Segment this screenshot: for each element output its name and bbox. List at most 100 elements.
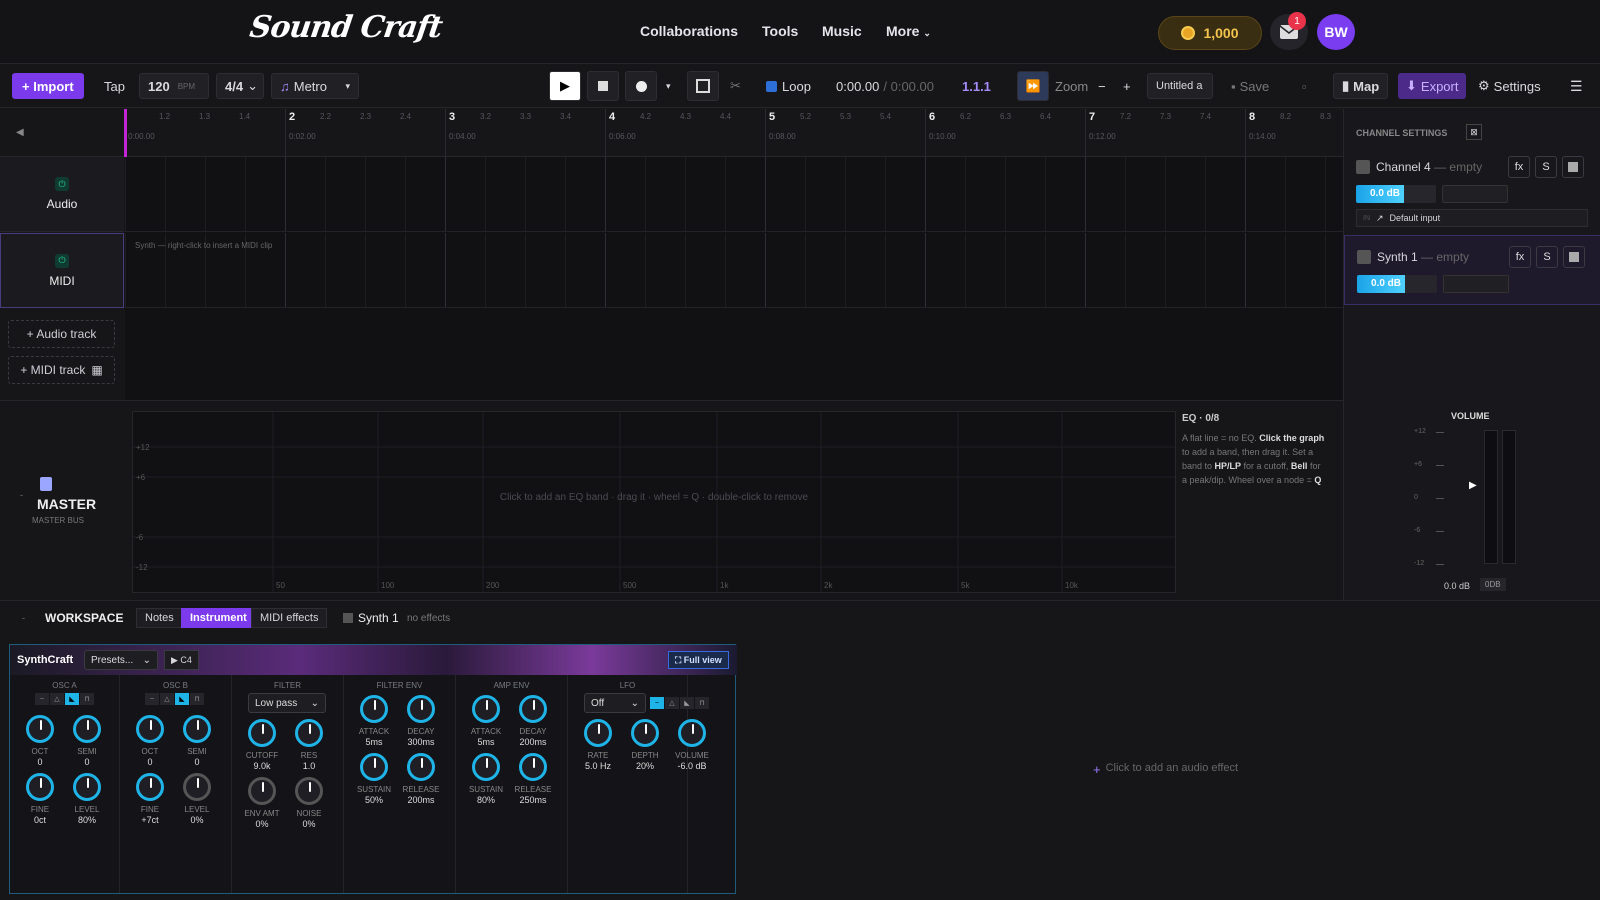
knob-cutoff[interactable] (248, 719, 276, 747)
track-lanes[interactable]: Synth — right-click to insert a MIDI cli… (125, 157, 1343, 400)
knob-volume[interactable] (678, 719, 706, 747)
knob-attack[interactable] (360, 695, 388, 723)
solo-button[interactable]: S (1535, 156, 1557, 178)
square-wave-icon[interactable]: ⊓ (695, 697, 709, 709)
knob-level[interactable] (73, 773, 101, 801)
menu-icon[interactable]: ☰ (1570, 73, 1583, 99)
volume-handle[interactable]: ▶ (1469, 480, 1477, 491)
track-header-midi[interactable]: ⏻ MIDI (0, 233, 124, 308)
knob-oct[interactable] (136, 715, 164, 743)
preview-note-button[interactable]: ▶ C4 (164, 650, 199, 670)
loop-region-button[interactable] (687, 71, 719, 101)
zoom-in-button[interactable]: + (1123, 73, 1131, 99)
play-button[interactable]: ▶ (549, 71, 581, 101)
project-name-input[interactable]: Untitled a (1147, 73, 1213, 99)
knob-level[interactable] (183, 773, 211, 801)
tab-instrument[interactable]: Instrument (181, 608, 256, 628)
knob-env-amt[interactable] (248, 777, 276, 805)
grid-icon[interactable]: ⊠ (1466, 124, 1482, 140)
knob-depth[interactable] (631, 719, 659, 747)
input-select[interactable]: IN ↗ Default input (1356, 209, 1588, 227)
square-wave-icon[interactable]: ⊓ (80, 693, 94, 705)
mute-button[interactable] (1562, 156, 1584, 178)
stop-button[interactable] (587, 71, 619, 101)
waveform-selector[interactable]: ~ △ ◣ ⊓ (35, 693, 94, 705)
full-view-button[interactable]: ⛶ Full view (668, 651, 729, 669)
volume-fader[interactable]: 0.0 dB (1357, 275, 1437, 293)
tab-notes[interactable]: Notes (136, 608, 183, 628)
saw-wave-icon[interactable]: ◣ (175, 693, 189, 705)
coin-balance[interactable]: 1,000 (1158, 16, 1262, 50)
presets-select[interactable]: Presets... ⌄ (84, 650, 158, 670)
volume-fader[interactable]: 0.0 dB (1356, 185, 1436, 203)
export-button[interactable]: ⬇ Export (1398, 73, 1467, 99)
sine-wave-icon[interactable]: ~ (145, 693, 159, 705)
record-button[interactable] (625, 71, 657, 101)
knob-decay[interactable] (407, 695, 435, 723)
nav-more[interactable]: More ⌄ (886, 23, 931, 39)
collapse-icon[interactable]: - (20, 490, 23, 500)
timeline-ruler[interactable]: 0:00.00 1.2 1.3 1.4 2 0:02.00 2.2 2.3 2.4 3 0:04.0… (125, 109, 1343, 157)
nav-tools[interactable]: Tools (762, 23, 798, 39)
knob-attack[interactable] (472, 695, 500, 723)
channel-row-synth[interactable]: Synth 1 — empty fx S 0.0 dB (1344, 235, 1600, 305)
track-header-audio[interactable]: ⏻ Audio (0, 157, 124, 232)
follow-button[interactable]: ⏩ (1017, 71, 1049, 101)
triangle-wave-icon[interactable]: △ (665, 697, 679, 709)
nav-collaborations[interactable]: Collaborations (640, 23, 738, 39)
knob-rate[interactable] (584, 719, 612, 747)
knob-sustain[interactable] (360, 753, 388, 781)
square-wave-icon[interactable]: ⊓ (190, 693, 204, 705)
saw-wave-icon[interactable]: ◣ (65, 693, 79, 705)
power-icon[interactable]: ⏻ (55, 177, 69, 191)
knob-release[interactable] (519, 753, 547, 781)
channel-color-swatch[interactable] (1357, 250, 1371, 264)
knob-fine[interactable] (136, 773, 164, 801)
nav-music[interactable]: Music (822, 23, 862, 39)
record-options-caret[interactable]: ▾ (666, 73, 671, 99)
metronome-toggle[interactable]: ♫ Metro ▾ (271, 73, 359, 99)
waveform-selector[interactable]: ~ △ ◣ ⊓ (145, 693, 204, 705)
triangle-wave-icon[interactable]: △ (50, 693, 64, 705)
reset-volume-button[interactable]: 0DB (1480, 578, 1506, 591)
map-button[interactable]: ▮ Map (1333, 73, 1389, 99)
lane-audio[interactable] (125, 157, 1343, 232)
mute-button[interactable] (1563, 246, 1585, 268)
add-audio-effect-button[interactable]: + Click to add an audio effect (1093, 762, 1238, 777)
import-button[interactable]: + Import (12, 73, 84, 99)
knob-release[interactable] (407, 753, 435, 781)
knob-res[interactable] (295, 719, 323, 747)
tab-midi-effects[interactable]: MIDI effects (251, 608, 328, 628)
lfo-mode-select[interactable]: Off ⌄ (584, 693, 646, 713)
filter-type-select[interactable]: Low pass ⌄ (248, 693, 326, 713)
avatar[interactable]: BW (1317, 14, 1355, 50)
lane-midi[interactable]: Synth — right-click to insert a MIDI cli… (125, 233, 1343, 308)
channel-color-swatch[interactable] (1356, 160, 1370, 174)
triangle-wave-icon[interactable]: △ (160, 693, 174, 705)
collapse-icon[interactable]: - (22, 613, 25, 623)
collapse-left-icon[interactable]: ◀ (16, 127, 24, 138)
add-audio-track-button[interactable]: + Audio track (8, 320, 115, 348)
sine-wave-icon[interactable]: ~ (35, 693, 49, 705)
time-signature-select[interactable]: 4/4 ⌄ (216, 73, 264, 99)
saw-wave-icon[interactable]: ◣ (680, 697, 694, 709)
power-icon[interactable]: ⏻ (55, 253, 69, 268)
fx-button[interactable]: fx (1508, 156, 1530, 178)
zoom-out-button[interactable]: − (1098, 73, 1106, 99)
tap-button[interactable]: Tap (104, 73, 125, 99)
settings-button[interactable]: ⚙ Settings (1478, 73, 1541, 99)
pan-slider[interactable] (1443, 275, 1509, 293)
save-button[interactable]: ▪ Save (1231, 73, 1269, 99)
knob-oct[interactable] (26, 715, 54, 743)
solo-button[interactable]: S (1536, 246, 1558, 268)
knob-fine[interactable] (26, 773, 54, 801)
bpm-field[interactable]: 120 BPM (139, 73, 209, 99)
eq-graph[interactable]: +12 +6 -6 -12 50 100 200 500 1k 2k 5k 10k Click to … (132, 411, 1176, 593)
knob-sustain[interactable] (472, 753, 500, 781)
sine-wave-icon[interactable]: ~ (650, 697, 664, 709)
loop-toggle[interactable]: Loop (766, 73, 811, 99)
pan-slider[interactable] (1442, 185, 1508, 203)
lfo-waveform-selector[interactable]: ~ △ ◣ ⊓ (650, 697, 709, 709)
logo[interactable]: Sound Craft (248, 10, 445, 45)
add-midi-track-button[interactable]: + MIDI track ▦ (8, 356, 115, 384)
